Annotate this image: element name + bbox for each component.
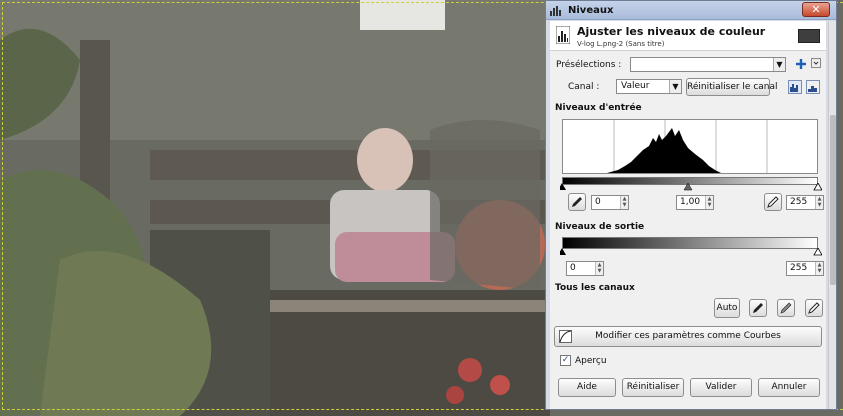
scrollbar-thumb[interactable] [830,115,836,285]
output-low-value: 0 [570,263,576,273]
presets-label: Présélections : [556,60,622,70]
eyedropper-icon [780,302,792,314]
levels-header-icon [556,26,570,44]
preview-checkbox[interactable]: ✓ [560,355,571,366]
linear-histogram-icon [790,84,798,92]
levels-app-icon [550,6,561,16]
image-name: V-log L.png-2 (Sans titre) [577,40,665,48]
input-gamma-spin[interactable]: 1,00 ▲ ▼ [676,195,714,210]
image-thumbnail [798,29,820,43]
eyedropper-icon [767,196,779,208]
spin-arrows-icon: ▲ ▼ [815,262,823,275]
output-sliders[interactable] [560,248,822,256]
log-histogram-toggle[interactable] [806,80,820,94]
reset-channel-button[interactable]: Réinitialiser le canal [686,78,778,96]
curves-icon [559,330,572,343]
channel-value: Valeur [621,81,650,91]
white-point-picker-button[interactable] [764,193,782,211]
output-low-spin[interactable]: 0 ▲ ▼ [566,261,604,276]
preset-menu-icon[interactable] [811,58,821,68]
spin-arrows-icon: ▲ ▼ [620,196,628,209]
black-point-picker-button[interactable] [568,193,586,211]
edit-as-curves-button[interactable]: Modifier ces paramètres comme Courbes [554,326,822,347]
pick-black-all-button[interactable] [749,299,767,317]
input-high-value: 255 [790,197,808,207]
dialog-titlebar[interactable]: Niveaux ✕ [546,1,836,20]
output-high-spin[interactable]: 255 ▲ ▼ [786,261,824,276]
input-gamma-value: 1,00 [680,197,701,207]
close-icon: ✕ [811,3,821,16]
input-histogram [562,119,818,174]
eyedropper-icon [753,303,763,313]
output-levels-title: Niveaux de sortie [555,222,645,232]
input-low-value: 0 [595,197,601,207]
dialog-header: Ajuster les niveaux de couleur V-log L.p… [550,21,826,51]
input-sliders[interactable] [560,183,822,191]
dialog-scrollbar[interactable] [828,21,836,409]
levels-dialog: Niveaux ✕ Ajuster les niveaux de couleur… [545,0,837,410]
log-histogram-icon [808,86,817,92]
output-high-value: 255 [790,263,808,273]
channel-combo[interactable]: Valeur ▼ [616,79,682,94]
pick-white-all-button[interactable] [805,299,823,317]
presets-combo[interactable]: ▼ [630,57,786,72]
pick-gray-all-button[interactable] [777,299,795,317]
histogram-graph [607,120,768,173]
spin-arrows-icon: ▲ ▼ [705,196,713,209]
window-title: Niveaux [568,5,614,16]
edit-as-curves-label: Modifier ces paramètres comme Courbes [595,331,781,341]
spin-arrows-icon: ▲ ▼ [815,196,823,209]
help-button[interactable]: Aide [558,378,616,397]
ok-button[interactable]: Valider [690,378,752,397]
close-button[interactable]: ✕ [802,2,830,17]
spin-arrows-icon: ▲ ▼ [595,262,603,275]
input-high-spin[interactable]: 255 ▲ ▼ [786,195,824,210]
input-low-spin[interactable]: 0 ▲ ▼ [591,195,629,210]
eyedropper-icon [808,302,820,314]
all-channels-title: Tous les canaux [555,283,635,293]
chevron-down-icon: ▼ [773,58,785,71]
channel-label: Canal : [568,82,600,92]
dialog-heading: Ajuster les niveaux de couleur [577,25,766,38]
add-preset-icon[interactable] [796,59,806,69]
input-levels-title: Niveaux d'entrée [555,103,642,113]
eyedropper-icon [572,197,582,207]
cancel-button[interactable]: Annuler [758,378,820,397]
preview-label: Aperçu [575,356,607,366]
auto-button[interactable]: Auto [714,298,740,318]
linear-histogram-toggle[interactable] [788,80,802,94]
reset-button[interactable]: Réinitialiser [622,378,684,397]
dialog-body: Ajuster les niveaux de couleur V-log L.p… [550,21,826,409]
chevron-down-icon: ▼ [669,80,681,93]
